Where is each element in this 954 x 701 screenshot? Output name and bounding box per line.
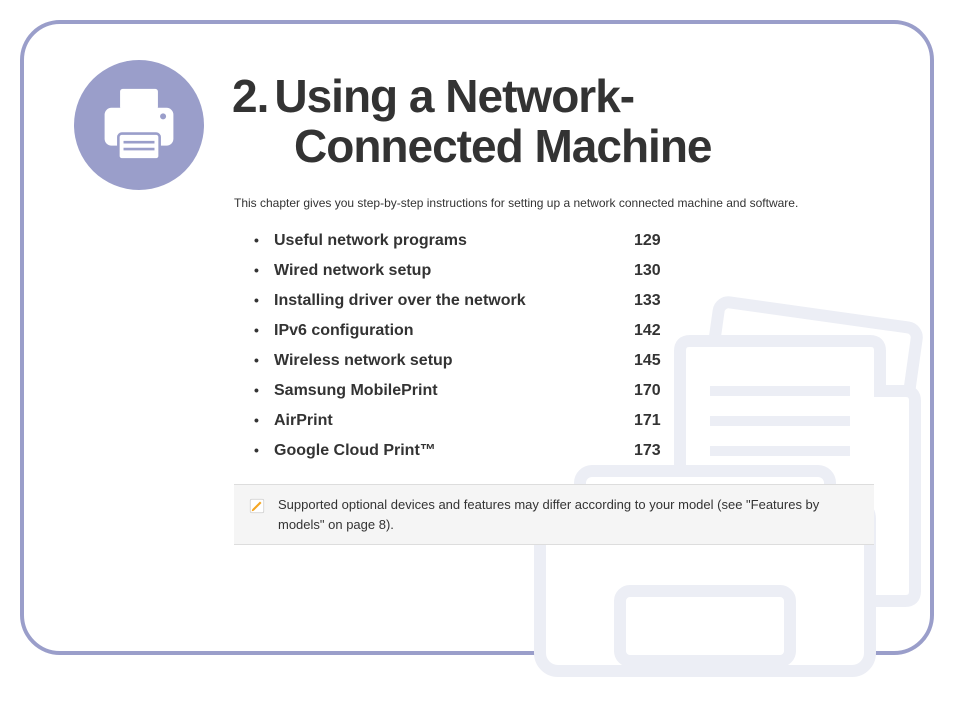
bullet-icon: • xyxy=(254,232,268,248)
toc-page: 142 xyxy=(634,322,674,340)
table-of-contents: • Useful network programs 129 • Wired ne… xyxy=(254,232,674,460)
toc-label: Wireless network setup xyxy=(274,352,453,370)
toc-item[interactable]: • Installing driver over the network 133 xyxy=(254,292,674,310)
toc-item[interactable]: • Google Cloud Print™ 173 xyxy=(254,442,674,460)
toc-label: IPv6 configuration xyxy=(274,322,414,340)
bullet-icon: • xyxy=(254,352,268,368)
toc-label: Samsung MobilePrint xyxy=(274,382,438,400)
content-area: 2.Using a Network- Connected Machine Thi… xyxy=(24,24,930,651)
bullet-icon: • xyxy=(254,322,268,338)
toc-page: 130 xyxy=(634,262,674,280)
chapter-title-line2: Connected Machine xyxy=(294,122,712,172)
toc-page: 145 xyxy=(634,352,674,370)
chapter-title-line1: Using a Network- xyxy=(274,70,634,122)
note-text: Supported optional devices and features … xyxy=(278,495,860,534)
toc-label: Installing driver over the network xyxy=(274,292,526,310)
bullet-icon: • xyxy=(254,262,268,278)
toc-page: 133 xyxy=(634,292,674,310)
chapter-title: 2.Using a Network- Connected Machine xyxy=(232,72,712,171)
toc-item[interactable]: • IPv6 configuration 142 xyxy=(254,322,674,340)
toc-item[interactable]: • AirPrint 171 xyxy=(254,412,674,430)
bullet-icon: • xyxy=(254,442,268,458)
toc-label: Google Cloud Print™ xyxy=(274,442,436,460)
page-frame: 2.Using a Network- Connected Machine Thi… xyxy=(20,20,934,655)
header-row: 2.Using a Network- Connected Machine xyxy=(74,64,880,190)
toc-page: 173 xyxy=(634,442,674,460)
chapter-intro: This chapter gives you step-by-step inst… xyxy=(234,196,880,210)
chapter-icon-circle xyxy=(74,60,204,190)
note-box: Supported optional devices and features … xyxy=(234,484,874,545)
toc-page: 129 xyxy=(634,232,674,250)
toc-label: AirPrint xyxy=(274,412,333,430)
toc-item[interactable]: • Samsung MobilePrint 170 xyxy=(254,382,674,400)
toc-page: 170 xyxy=(634,382,674,400)
toc-item[interactable]: • Wireless network setup 145 xyxy=(254,352,674,370)
bullet-icon: • xyxy=(254,412,268,428)
toc-label: Useful network programs xyxy=(274,232,467,250)
toc-label: Wired network setup xyxy=(274,262,431,280)
toc-item[interactable]: • Useful network programs 129 xyxy=(254,232,674,250)
toc-item[interactable]: • Wired network setup 130 xyxy=(254,262,674,280)
bullet-icon: • xyxy=(254,292,268,308)
bullet-icon: • xyxy=(254,382,268,398)
pencil-note-icon xyxy=(248,497,266,515)
printer-icon xyxy=(96,82,182,168)
chapter-number: 2. xyxy=(232,72,268,122)
toc-page: 171 xyxy=(634,412,674,430)
